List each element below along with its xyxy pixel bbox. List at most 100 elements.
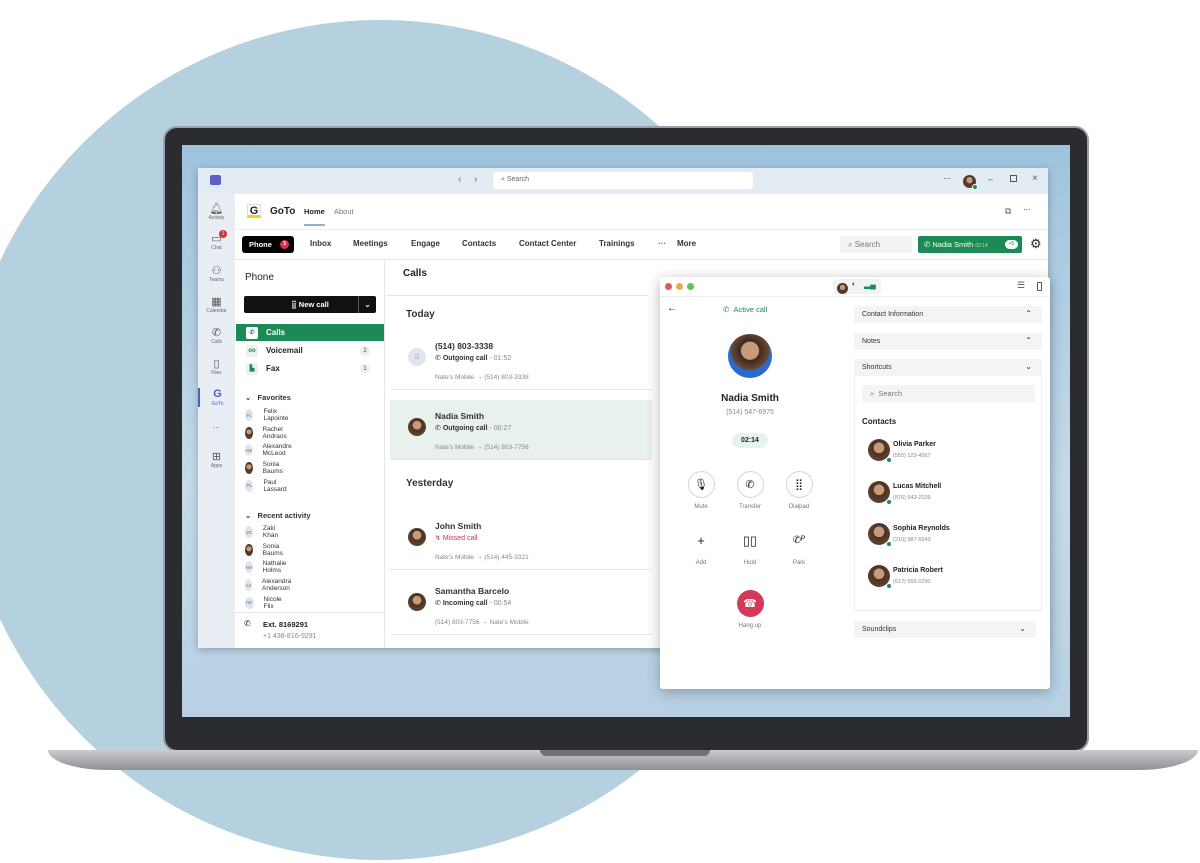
phone-sidebar: Phone ⣿ New call ⌄ ✆ Calls oo Voicemail 2 ▙ F… xyxy=(235,260,385,648)
call-duration: - 01:52 xyxy=(489,355,512,362)
add-button[interactable]: + Add xyxy=(676,527,726,566)
caller-name: Nadia Smith xyxy=(721,393,779,404)
device-icon[interactable] xyxy=(1037,282,1042,291)
chevron-down-icon[interactable]: ⌄ xyxy=(358,296,376,313)
sidebar-item-calls[interactable]: ✆ Calls xyxy=(236,324,384,341)
maximize-icon[interactable] xyxy=(1010,175,1017,182)
tab-trainings[interactable]: Trainings xyxy=(599,239,635,248)
rail-apps[interactable]: ⊞ Apps xyxy=(198,450,235,469)
more-icon[interactable]: ··· xyxy=(943,174,951,183)
shortcuts-section[interactable]: Shortcuts ⌄ xyxy=(854,359,1042,376)
dialpad-button[interactable]: ⣿ Dialpad xyxy=(774,471,824,510)
status-text: Active call xyxy=(733,305,768,314)
user-avatar[interactable] xyxy=(963,175,978,190)
rail-more[interactable]: ... xyxy=(198,420,235,430)
hang-up-button[interactable]: ☎︎ Hang up xyxy=(725,590,775,629)
tab-about[interactable]: About xyxy=(334,207,354,216)
contact-list-item[interactable]: FL Felix Lapointe xyxy=(245,407,292,423)
hold-label: Hold xyxy=(743,560,757,566)
tab-contact-center[interactable]: Contact Center xyxy=(519,239,576,248)
zoom-dot[interactable] xyxy=(687,283,694,290)
nav-search[interactable]: ⌕ Search xyxy=(840,236,912,253)
contact-list-item[interactable]: NF Nicole Flix xyxy=(245,595,285,611)
mute-button[interactable]: 🎙︎ Mute xyxy=(676,471,726,510)
tab-inbox[interactable]: Inbox xyxy=(310,239,331,248)
contact-phone: (617) 555-0290 xyxy=(893,579,931,585)
rail-calendar[interactable]: ▦ Calendar xyxy=(198,295,235,314)
chat-badge: 1 xyxy=(219,230,227,238)
close-dot[interactable] xyxy=(665,283,672,290)
favorites-title: Favorites xyxy=(257,393,291,402)
popout-icon[interactable]: ⧉ xyxy=(1005,206,1011,217)
call-row[interactable]: Samantha Barcelo ✆ Incoming call - 00:54… xyxy=(390,575,652,635)
contact-information-section[interactable]: Contact Information ⌃ xyxy=(854,306,1042,323)
nav-label: Calls xyxy=(266,328,286,337)
call-row[interactable]: 👤︎ (514) 803-3338 ✆ Outgoing call - 01:5… xyxy=(390,330,652,390)
avatar xyxy=(245,543,253,556)
rail-goto[interactable]: G GoTo xyxy=(198,388,235,407)
presence-dot xyxy=(886,541,892,547)
contact-list-item[interactable]: Sonia Baums xyxy=(245,460,287,476)
avatar: AM xyxy=(245,444,253,457)
call-type-label: Missed call xyxy=(442,535,478,542)
call-type-label: Outgoing call xyxy=(442,425,488,432)
tab-more[interactable]: More xyxy=(677,239,696,248)
contact-name: Rachel Andraos xyxy=(262,425,287,440)
contact-list-item[interactable]: ZK Zaki Khan xyxy=(245,524,282,540)
settings-sliders-icon[interactable]: ☰ xyxy=(1017,280,1025,291)
hold-button[interactable]: ▯▯ Hold xyxy=(725,527,775,567)
settings-gear-icon[interactable]: ⚙ xyxy=(1030,236,1042,252)
minimize-icon[interactable]: – xyxy=(988,174,993,184)
rail-calls[interactable]: ✆ Calls xyxy=(198,326,235,345)
notes-section[interactable]: Notes ⌃ xyxy=(854,333,1042,350)
tab-engage[interactable]: Engage xyxy=(411,239,440,248)
calendar-icon: ▦ xyxy=(211,296,222,308)
section-label: Notes xyxy=(862,338,881,345)
tab-home[interactable]: Home xyxy=(304,207,325,226)
soundclips-section[interactable]: Soundclips ⌄ xyxy=(854,621,1036,638)
back-arrow-icon[interactable]: ← xyxy=(667,303,677,314)
contact-list-item[interactable]: AM Alexandre McLeod xyxy=(245,442,296,458)
tab-phone[interactable]: Phone 3 xyxy=(242,236,294,253)
sidebar-item-voicemail[interactable]: oo Voicemail 2 xyxy=(236,342,384,359)
transfer-button[interactable]: ✆ Transfer xyxy=(725,471,775,510)
close-icon[interactable]: × xyxy=(1032,173,1038,184)
active-call-pill[interactable]: ✆ Nadia Smith 02:14 +5 xyxy=(918,236,1022,253)
contact-list-item[interactable]: AA Alexandra Anderson xyxy=(245,577,296,593)
call-status-chip: 🔈︎ ▂▄ xyxy=(833,279,881,294)
contact-list-item[interactable]: PL Paul Lassard xyxy=(245,478,290,494)
search-input[interactable]: ⌕ Search xyxy=(493,172,753,189)
rail-chat[interactable]: ▭ Chat 1 xyxy=(198,230,235,251)
sidebar-item-fax[interactable]: ▙ Fax 1 xyxy=(236,360,384,377)
park-button[interactable]: ✆ᴾ Park xyxy=(774,527,824,566)
fax-count: 1 xyxy=(360,363,370,374)
contact-list-item[interactable]: NH Nathalie Holms xyxy=(245,559,291,575)
signal-icon: ▂▄ xyxy=(864,280,876,289)
recent-header[interactable]: ⌄ Recent activity xyxy=(245,511,311,520)
call-duration: - 00:27 xyxy=(489,425,512,432)
contact-list-item[interactable]: Sonia Baums xyxy=(245,542,287,558)
tab-contacts[interactable]: Contacts xyxy=(462,239,496,248)
transfer-icon: ✆ xyxy=(736,471,764,498)
call-timer: 02:14 xyxy=(732,433,768,448)
contact-list-item[interactable]: Rachel Andraos xyxy=(245,425,291,441)
call-type: ✆ Incoming call - 00:54 xyxy=(435,599,511,607)
minimize-dot[interactable] xyxy=(676,283,683,290)
presence-dot xyxy=(886,583,892,589)
avatar: NF xyxy=(245,596,254,609)
phone-icon: ✆ xyxy=(246,326,258,339)
back-arrow-icon[interactable]: ‹ xyxy=(458,174,461,185)
more-icon[interactable]: ··· xyxy=(1023,205,1031,214)
rail-files[interactable]: ▯ Files xyxy=(198,357,235,376)
rail-teams[interactable]: ⚇ Teams xyxy=(198,264,235,283)
rail-activity[interactable]: 🔔︎ Activity xyxy=(198,202,235,221)
call-row[interactable]: John Smith ↯ Missed call Nate's Mobile →… xyxy=(390,510,652,570)
favorites-header[interactable]: ⌄ Favorites xyxy=(245,393,291,402)
dialpad-icon: ⣿ xyxy=(291,300,299,309)
forward-arrow-icon[interactable]: › xyxy=(474,174,477,185)
new-call-button[interactable]: ⣿ New call ⌄ xyxy=(244,296,376,313)
call-row[interactable]: Nadia Smith ✆ Outgoing call - 00:27 Nate… xyxy=(390,400,652,460)
contact-name: Felix Lapointe xyxy=(263,408,289,422)
tab-meetings[interactable]: Meetings xyxy=(353,239,388,248)
shortcuts-search[interactable]: ⌕ Search xyxy=(862,385,1035,402)
